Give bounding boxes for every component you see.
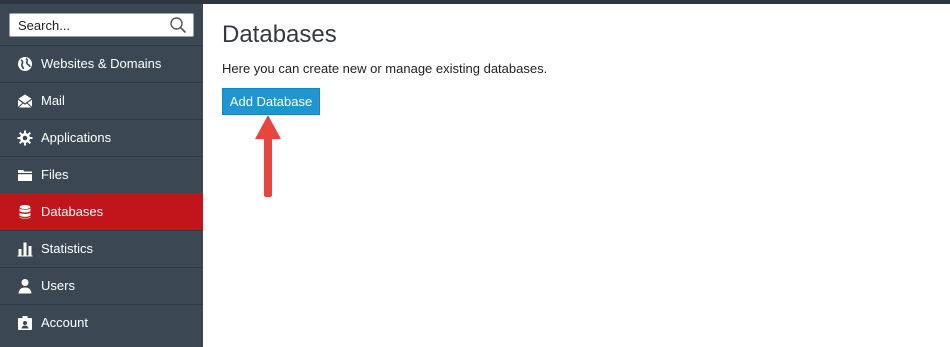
sidebar-item-label: Websites & Domains <box>41 56 162 71</box>
sidebar-item-applications[interactable]: Applications <box>0 119 203 156</box>
bar-chart-icon <box>17 242 33 257</box>
add-database-button[interactable]: Add Database <box>222 88 320 115</box>
sidebar-nav: Websites & Domains Mail Applications Fil… <box>0 45 203 341</box>
id-card-icon <box>18 316 32 330</box>
user-icon <box>18 279 32 294</box>
sidebar-item-label: Mail <box>41 93 65 108</box>
search-input[interactable] <box>10 14 168 36</box>
database-icon <box>19 205 31 219</box>
gear-icon <box>17 130 33 146</box>
annotation-arrow-icon <box>255 115 281 197</box>
sidebar-item-label: Users <box>41 278 75 293</box>
sidebar-item-label: Statistics <box>41 241 94 256</box>
sidebar-item-label: Databases <box>41 204 104 219</box>
sidebar-item-statistics[interactable]: Statistics <box>0 230 203 267</box>
sidebar-item-label: Files <box>41 167 69 182</box>
sidebar-item-label: Applications <box>41 130 112 145</box>
globe-icon <box>18 57 32 71</box>
sidebar-item-account[interactable]: Account <box>0 304 203 341</box>
search-box[interactable] <box>9 13 194 37</box>
folder-icon <box>18 170 32 181</box>
envelope-icon <box>17 94 33 108</box>
sidebar-item-files[interactable]: Files <box>0 156 203 193</box>
sidebar-item-users[interactable]: Users <box>0 267 203 304</box>
sidebar: Websites & Domains Mail <box>0 4 203 347</box>
page-description: Here you can create new or manage existi… <box>222 61 548 76</box>
search-icon[interactable] <box>169 16 187 34</box>
main-content: Databases Here you can create new or man… <box>203 4 950 347</box>
page-title: Databases <box>222 21 337 48</box>
sidebar-item-websites-domains[interactable]: Websites & Domains <box>0 45 203 82</box>
sidebar-item-databases[interactable]: Databases <box>0 193 203 230</box>
sidebar-item-label: Account <box>41 315 88 330</box>
sidebar-item-mail[interactable]: Mail <box>0 82 203 119</box>
